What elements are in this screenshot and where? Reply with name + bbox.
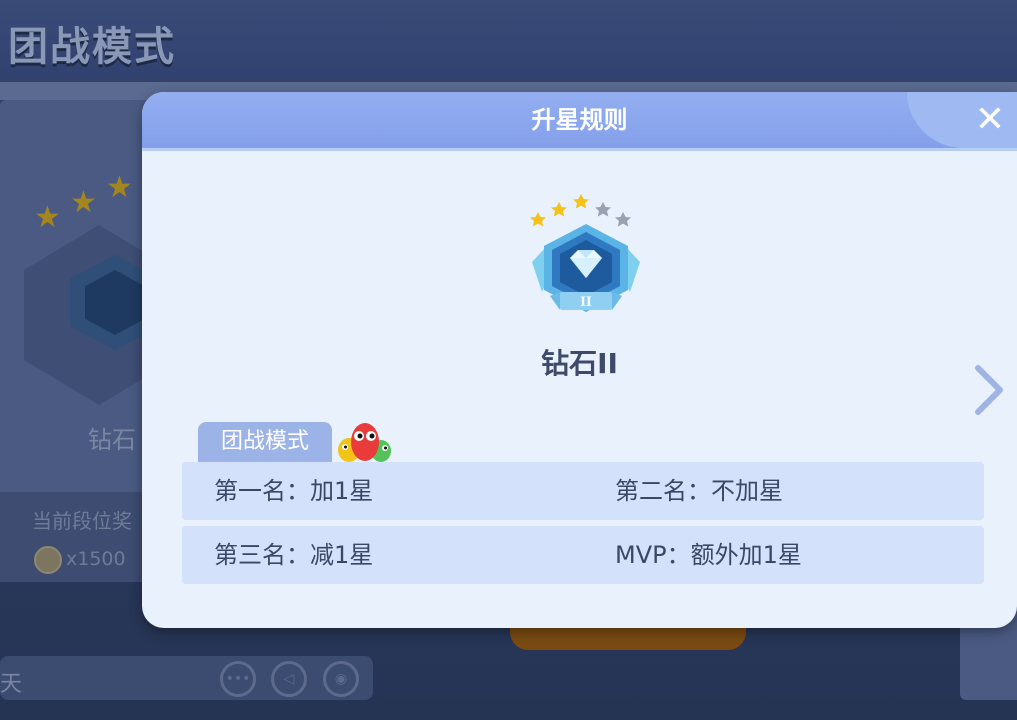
rule-third-place: 第三名：减1星 (214, 541, 374, 569)
badge-tier-numeral: II (580, 294, 592, 310)
background-star-icon: ★ (34, 200, 61, 235)
background-reward-label: 当前段位奖 (32, 509, 132, 533)
background-star-icon: ★ (106, 170, 133, 205)
rule-row: 第一名：加1星 第二名：不加星 (182, 462, 984, 520)
rank-stars (530, 194, 631, 227)
star-icon (573, 194, 589, 209)
star-icon (530, 212, 546, 227)
dialog-header: 升星规则 ✕ (142, 92, 1017, 151)
rule-second-place: 第二名：不加星 (615, 477, 783, 505)
dialog-title: 升星规则 (531, 106, 628, 134)
rank-name: 钻石II (541, 347, 618, 380)
background-rank-label: 钻石 (88, 426, 136, 454)
rule-mvp: MVP：额外加1星 (615, 541, 802, 569)
mascot-icon (338, 423, 391, 462)
star-icon (595, 202, 611, 217)
diamond-rank-badge-icon: II (530, 194, 640, 312)
rule-row: 第三名：减1星 MVP：额外加1星 (182, 526, 984, 584)
coin-icon (34, 546, 62, 574)
background-chat-bar (0, 656, 373, 700)
chevron-right-icon[interactable] (970, 360, 1010, 420)
background-coin-count: x1500 (66, 548, 126, 570)
speaker-mute-icon: ◁ (271, 661, 307, 697)
background-chat-label: 天 (0, 672, 23, 697)
star-icon (615, 212, 631, 227)
close-icon[interactable]: ✕ (972, 102, 1008, 138)
background-title: 团战模式 (8, 24, 176, 70)
star-icon (551, 202, 567, 217)
star-rules-dialog: 升星规则 ✕ II 钻石II 团战模式 第一名：加1星 第二名：不加星 第三名：… (142, 92, 1017, 628)
background-star-icon: ★ (70, 185, 97, 220)
microphone-mute-icon: ◉ (323, 661, 359, 697)
chat-bubble-icon: ••• (220, 661, 256, 697)
mode-tab: 团战模式 (198, 422, 332, 462)
rule-first-place: 第一名：加1星 (214, 477, 374, 505)
